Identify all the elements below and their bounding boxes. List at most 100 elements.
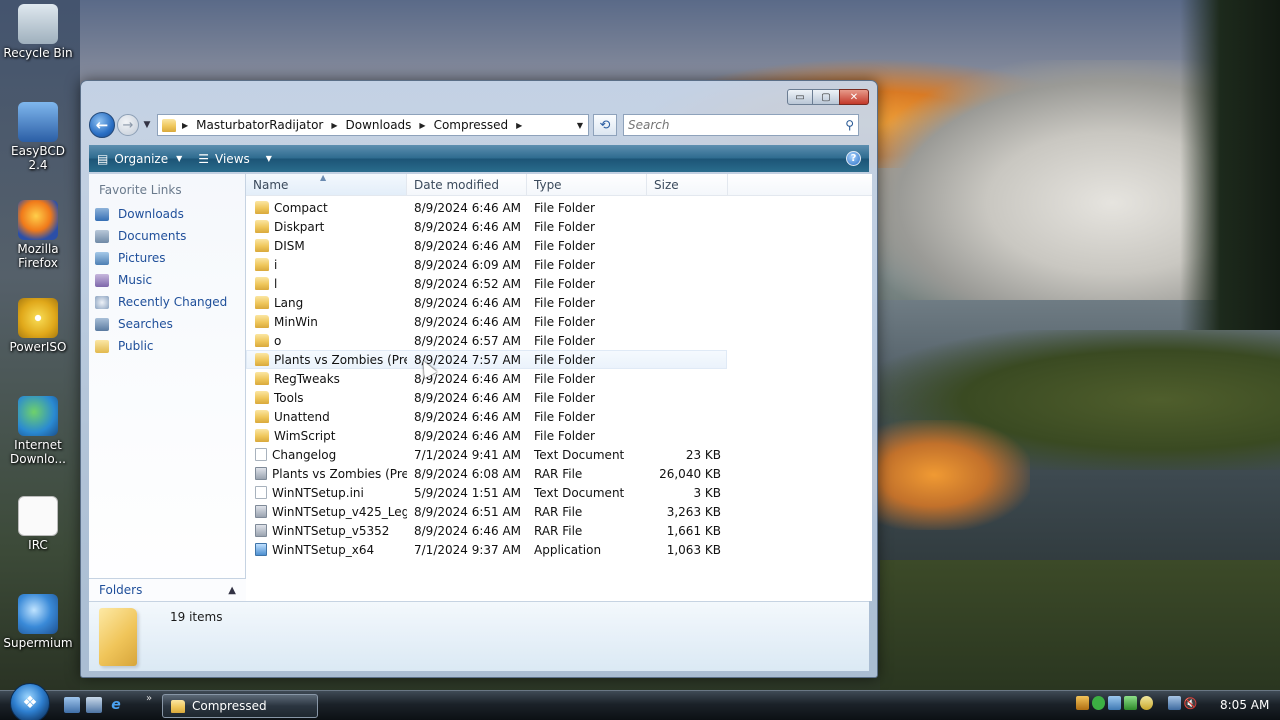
application-icon bbox=[255, 543, 267, 556]
favorite-links-heading: Favorite Links bbox=[99, 183, 182, 197]
type-cell: File Folder bbox=[534, 276, 595, 291]
poweriso-icon bbox=[18, 298, 58, 338]
file-name: RegTweaks bbox=[274, 371, 340, 386]
folder-row[interactable]: Unattend 8/9/2024 6:46 AM File Folder bbox=[246, 407, 872, 426]
volume-muted-icon[interactable]: 🔇 bbox=[1184, 696, 1198, 710]
file-name-cell: WimScript bbox=[246, 429, 407, 443]
minimize-button[interactable]: ▭ bbox=[787, 89, 813, 105]
forward-button[interactable]: → bbox=[117, 114, 139, 136]
sort-ascending-icon: ▲ bbox=[320, 173, 327, 182]
folder-row[interactable]: RegTweaks 8/9/2024 6:46 AM File Folder bbox=[246, 369, 872, 388]
breadcrumb-item[interactable]: Downloads bbox=[346, 118, 412, 132]
file-row[interactable]: WinNTSetup_v425_Leg... 8/9/2024 6:51 AM RA… bbox=[246, 502, 872, 521]
internet-explorer-icon[interactable]: e bbox=[108, 697, 124, 713]
favorite-link-recently-changed[interactable]: Recently Changed bbox=[89, 291, 245, 313]
network-status-icon[interactable] bbox=[1168, 696, 1181, 710]
text-file-icon bbox=[18, 496, 58, 536]
folder-row[interactable]: Compact 8/9/2024 6:46 AM File Folder bbox=[246, 198, 872, 217]
desktop-icon-firefox[interactable]: Mozilla Firefox bbox=[0, 200, 76, 270]
folders-toggle[interactable]: Folders ▲ bbox=[89, 578, 246, 601]
file-list-view[interactable]: ▲ Name Date modified Type Size Compact 8/… bbox=[246, 173, 872, 601]
folder-icon bbox=[255, 353, 269, 366]
start-button[interactable]: ❖ bbox=[10, 683, 50, 720]
column-header-date-modified[interactable]: Date modified bbox=[407, 174, 527, 195]
desktop-icon-recycle-bin[interactable]: Recycle Bin bbox=[0, 4, 76, 60]
address-dropdown-icon[interactable]: ▼ bbox=[572, 121, 588, 130]
file-name-cell: i bbox=[246, 258, 407, 272]
favorite-link-documents[interactable]: Documents bbox=[89, 225, 245, 247]
file-name: o bbox=[274, 333, 282, 348]
date-modified-cell: 8/9/2024 6:51 AM bbox=[414, 504, 522, 519]
file-row[interactable]: WinNTSetup_x64 7/1/2024 9:37 AM Applicatio… bbox=[246, 540, 872, 559]
switch-windows-icon[interactable] bbox=[86, 697, 102, 713]
address-bar[interactable]: ▶ MasturbatorRadijator ▶ Downloads ▶ Com… bbox=[157, 114, 589, 136]
type-cell: File Folder bbox=[534, 352, 595, 367]
breadcrumb-separator-icon[interactable]: ▶ bbox=[419, 121, 425, 130]
column-header-type[interactable]: Type bbox=[527, 174, 647, 195]
folder-row[interactable]: o 8/9/2024 6:57 AM File Folder bbox=[246, 331, 872, 350]
favorite-link-searches[interactable]: Searches bbox=[89, 313, 245, 335]
folder-row[interactable]: i 8/9/2024 6:09 AM File Folder bbox=[246, 255, 872, 274]
favorite-link-public[interactable]: Public bbox=[89, 335, 245, 357]
security-shield-icon[interactable] bbox=[1076, 696, 1089, 710]
quick-launch-more-icon[interactable]: » bbox=[146, 693, 152, 704]
desktop-icon-poweriso[interactable]: PowerISO bbox=[0, 298, 76, 354]
type-cell: Text Document bbox=[534, 447, 625, 462]
folder-icon bbox=[255, 372, 269, 385]
network-icon[interactable] bbox=[1108, 696, 1121, 710]
close-button[interactable]: ✕ bbox=[839, 89, 869, 105]
folder-row[interactable]: DISM 8/9/2024 6:46 AM File Folder bbox=[246, 236, 872, 255]
recent-pages-button[interactable]: ▼ bbox=[141, 120, 153, 130]
size-cell: 3,263 KB bbox=[666, 504, 721, 519]
column-header-size[interactable]: Size bbox=[647, 174, 728, 195]
show-desktop-icon[interactable] bbox=[64, 697, 80, 713]
desktop-icon-internet-download-manager[interactable]: Internet Downlo... bbox=[0, 396, 76, 466]
desktop-icon-easybcd[interactable]: EasyBCD 2.4 bbox=[0, 102, 76, 172]
column-header-name[interactable]: ▲ Name bbox=[246, 173, 407, 195]
search-icon[interactable]: ⚲ bbox=[845, 118, 854, 132]
clock[interactable]: 8:05 AM bbox=[1220, 698, 1269, 712]
desktop-icon-irc[interactable]: IRC bbox=[0, 496, 76, 552]
folder-row[interactable]: Diskpart 8/9/2024 6:46 AM File Folder bbox=[246, 217, 872, 236]
organize-menu[interactable]: ▤ Organize ▼ bbox=[89, 145, 190, 172]
windows-logo-icon: ❖ bbox=[22, 693, 38, 713]
breadcrumb-separator-icon[interactable]: ▶ bbox=[516, 121, 522, 130]
file-row[interactable]: Changelog 7/1/2024 9:41 AM Text Document 23… bbox=[246, 445, 872, 464]
file-name-cell: Unattend bbox=[246, 410, 407, 424]
favorite-link-pictures[interactable]: Pictures bbox=[89, 247, 245, 269]
refresh-button[interactable]: ⟲ bbox=[593, 114, 617, 136]
folder-row[interactable]: WimScript 8/9/2024 6:46 AM File Folder bbox=[246, 426, 872, 445]
type-cell: Application bbox=[534, 542, 602, 557]
folder-icon bbox=[255, 334, 269, 347]
folder-row[interactable]: MinWin 8/9/2024 6:46 AM File Folder bbox=[246, 312, 872, 331]
desktop-icon-supermium[interactable]: Supermium bbox=[0, 594, 76, 650]
chevron-down-icon: ▼ bbox=[143, 120, 151, 130]
update-icon[interactable] bbox=[1124, 696, 1137, 710]
breadcrumb-item[interactable]: Compressed bbox=[434, 118, 509, 132]
favorite-link-music[interactable]: Music bbox=[89, 269, 245, 291]
views-menu[interactable]: ☰ Views ▼ bbox=[190, 145, 280, 172]
breadcrumb-item[interactable]: MasturbatorRadijator bbox=[196, 118, 323, 132]
file-row[interactable]: WinNTSetup.ini 5/9/2024 1:51 AM Text Docum… bbox=[246, 483, 872, 502]
taskbar-button-compressed[interactable]: Compressed bbox=[162, 694, 318, 718]
explorer-window[interactable]: ▭ ▢ ✕ ← → ▼ ▶ MasturbatorRadijator ▶ Dow… bbox=[80, 80, 878, 678]
folder-row[interactable]: Plants vs Zombies (Pre...8/9/2024 7:57 A… bbox=[246, 350, 727, 369]
maximize-button[interactable]: ▢ bbox=[813, 89, 839, 105]
search-box[interactable]: ⚲ bbox=[623, 114, 859, 136]
file-row[interactable]: WinNTSetup_v5352 8/9/2024 6:46 AM RAR File… bbox=[246, 521, 872, 540]
breadcrumb-separator-icon[interactable]: ▶ bbox=[331, 121, 337, 130]
file-name-cell: WinNTSetup_v5352 bbox=[246, 524, 407, 538]
favorite-link-downloads[interactable]: Downloads bbox=[89, 203, 245, 225]
folder-row[interactable]: Tools 8/9/2024 6:46 AM File Folder bbox=[246, 388, 872, 407]
antivirus-icon[interactable] bbox=[1092, 696, 1105, 710]
file-row[interactable]: Plants vs Zombies (Pre... 8/9/2024 6:08 A… bbox=[246, 464, 872, 483]
folder-row[interactable]: l 8/9/2024 6:52 AM File Folder bbox=[246, 274, 872, 293]
date-modified-cell: 8/9/2024 6:46 AM bbox=[414, 390, 522, 405]
chevron-up-icon: ▲ bbox=[228, 584, 236, 596]
idm-tray-icon[interactable] bbox=[1140, 696, 1153, 710]
file-name-cell: Compact bbox=[246, 201, 407, 215]
help-icon[interactable]: ? bbox=[846, 151, 861, 166]
search-input[interactable] bbox=[628, 118, 846, 132]
folder-row[interactable]: Lang 8/9/2024 6:46 AM File Folder bbox=[246, 293, 872, 312]
back-button[interactable]: ← bbox=[89, 112, 115, 138]
